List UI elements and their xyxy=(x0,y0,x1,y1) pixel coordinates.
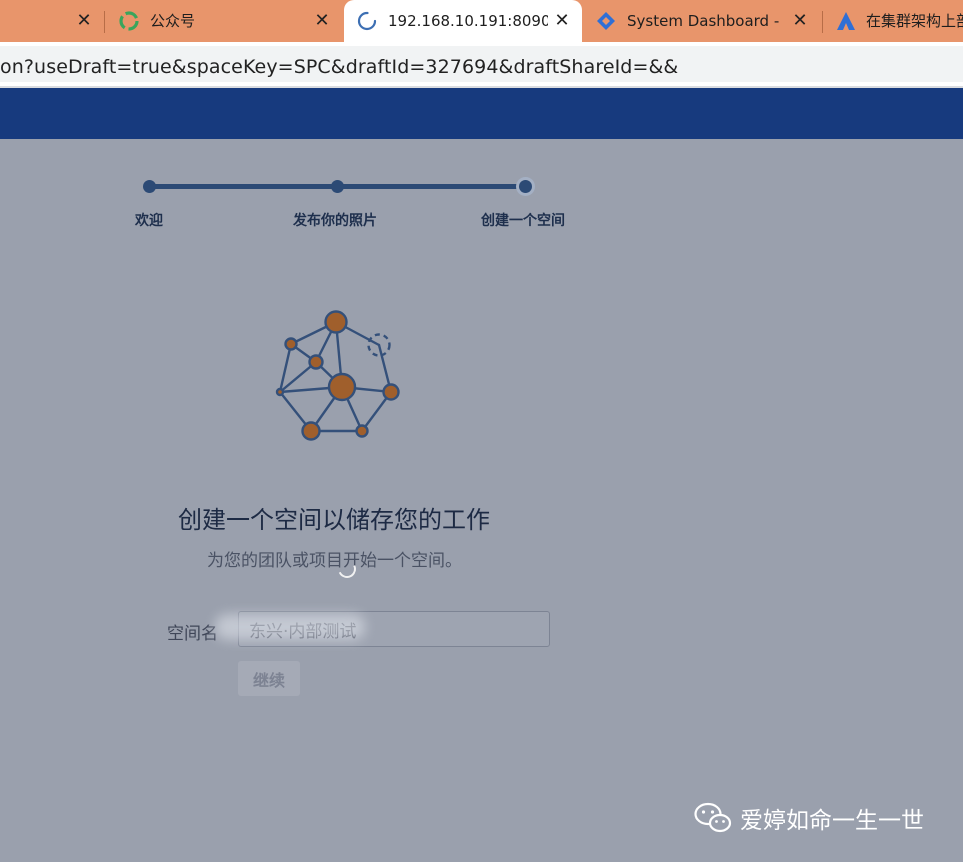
progress-dot-step-2 xyxy=(331,180,344,193)
close-icon[interactable]: ✕ xyxy=(790,11,810,31)
url-text[interactable]: on?useDraft=true&spaceKey=SPC&draftId=32… xyxy=(0,56,678,78)
browser-tab-3[interactable]: System Dashboard - 东 ✕ xyxy=(584,0,820,42)
recycle-green-icon xyxy=(118,10,140,36)
close-icon[interactable]: ✕ xyxy=(552,11,572,31)
browser-tab-strip: ✕ 公众号 ✕ 192.168.10.191:8090/p ✕ System D… xyxy=(0,0,963,42)
loading-spinner-icon xyxy=(357,11,377,35)
redaction-blur xyxy=(215,614,365,640)
progress-dot-step-3 xyxy=(519,180,532,193)
app-header-bar xyxy=(0,88,963,139)
tab-title: 在集群架构上部 xyxy=(866,12,963,30)
continue-button[interactable]: 继续 xyxy=(238,661,300,696)
tab-title: System Dashboard - 东 xyxy=(627,12,785,30)
tab-title: 192.168.10.191:8090/p xyxy=(388,12,548,30)
tab-title: 公众号 xyxy=(150,12,196,30)
close-icon[interactable]: ✕ xyxy=(312,11,332,31)
step-label-create-space: 创建一个空间 xyxy=(481,213,565,229)
browser-tab-2-active[interactable]: 192.168.10.191:8090/p ✕ xyxy=(344,0,582,42)
step-label-photo: 发布你的照片 xyxy=(293,213,377,229)
address-bar: on?useDraft=true&spaceKey=SPC&draftId=32… xyxy=(0,42,963,86)
page-subtitle: 为您的团队或项目开始一个空间。 xyxy=(207,551,462,571)
space-name-label: 空间名 xyxy=(167,624,218,644)
progress-dot-step-1 xyxy=(143,180,156,193)
atlassian-triangle-icon xyxy=(836,11,856,35)
network-illustration xyxy=(275,310,400,441)
jira-diamond-icon xyxy=(596,11,616,35)
page-title: 创建一个空间以储存您的工作 xyxy=(178,506,490,534)
browser-tab-1[interactable]: 公众号 ✕ xyxy=(105,0,342,42)
browser-tab-4[interactable]: 在集群架构上部 xyxy=(823,0,963,42)
wechat-icon xyxy=(694,802,732,833)
step-label-welcome: 欢迎 xyxy=(135,213,163,229)
watermark-text: 爱婷如命一生一世 xyxy=(740,808,924,834)
url-field[interactable]: on?useDraft=true&spaceKey=SPC&draftId=32… xyxy=(0,46,963,82)
close-icon[interactable]: ✕ xyxy=(74,11,94,31)
wechat-watermark: 爱婷如命一生一世 xyxy=(694,800,924,836)
browser-tab-0[interactable]: ✕ xyxy=(0,0,104,42)
